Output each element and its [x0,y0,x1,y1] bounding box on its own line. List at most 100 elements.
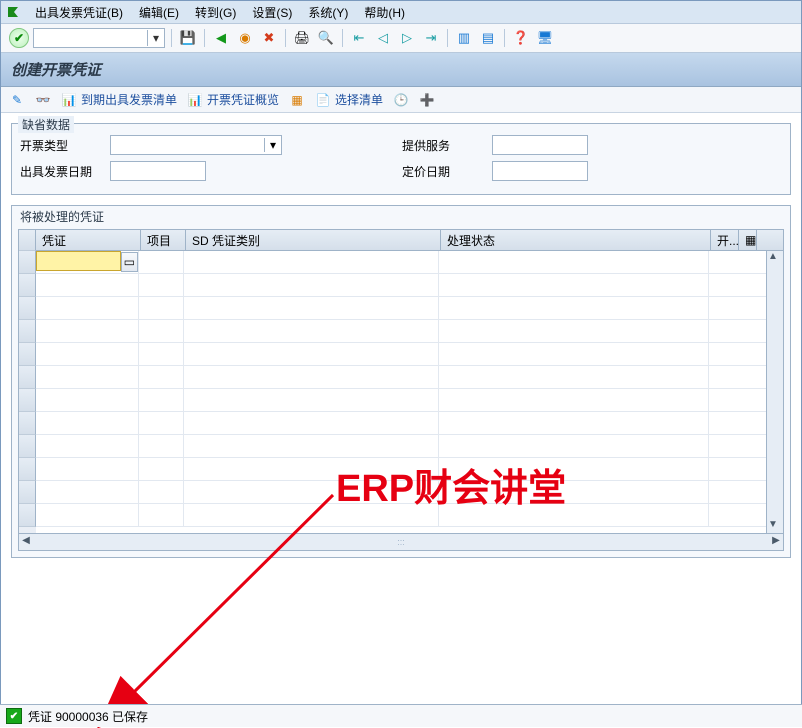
row-header[interactable] [19,366,36,389]
row-header[interactable] [19,412,36,435]
doc-icon: 📄 [315,92,331,108]
menu-edit[interactable]: 编辑(E) [131,2,187,23]
scroll-up-icon[interactable]: ▲ [768,251,782,265]
layout-icon[interactable]: 🖥 [535,28,555,48]
clock-plus-icon[interactable]: 🕒 [393,92,409,108]
grid-cells: ▭ [36,251,766,533]
menu-help[interactable]: 帮助(H) [356,2,413,23]
cancel-icon[interactable]: ✖ [259,28,279,48]
service-input[interactable] [492,135,588,155]
row-header[interactable] [19,435,36,458]
chart-icon-2: 📊 [187,92,203,108]
prev-page-icon[interactable]: ◁ [373,28,393,48]
overview-label: 开票凭证概览 [207,91,279,108]
pricing-date-label: 定价日期 [402,163,492,180]
pricing-date-input[interactable] [492,161,588,181]
table-row[interactable] [36,274,766,297]
documents-group: 将被处理的凭证 凭证 项目 SD 凭证类别 处理状态 开... ▦ [11,205,791,558]
table-row[interactable] [36,389,766,412]
row-header[interactable] [19,458,36,481]
billing-type-label: 开票类型 [20,137,110,154]
menu-settings[interactable]: 设置(S) [244,2,300,23]
exit-icon[interactable]: ◉ [235,28,255,48]
chevron-down-icon[interactable]: ▾ [264,138,281,152]
row-header[interactable] [19,320,36,343]
pencil-icon[interactable]: ✎ [9,92,25,108]
row-headers [19,251,36,533]
page-title: 创建开票凭证 [1,53,801,87]
scroll-down-icon[interactable]: ▼ [768,519,782,533]
table-row[interactable] [36,320,766,343]
f4-help-icon[interactable]: ▭ [121,252,138,272]
glasses-icon[interactable]: 👓 [35,92,51,108]
col-config-icon[interactable]: ▦ [739,230,757,250]
row-header[interactable] [19,251,36,274]
menu-bar: 出具发票凭证(B) 编辑(E) 转到(G) 设置(S) 系统(Y) 帮助(H) [1,1,801,24]
invoice-date-input[interactable] [110,161,206,181]
next-page-icon[interactable]: ▷ [397,28,417,48]
table-row[interactable] [36,412,766,435]
service-label: 提供服务 [402,137,492,154]
table-row[interactable] [36,297,766,320]
voucher-input-cell[interactable] [37,252,120,270]
table-row[interactable]: ▭ [36,251,766,274]
overview-button[interactable]: 📊 开票凭证概览 [187,91,279,108]
select-list-button[interactable]: 📄 选择清单 [315,91,383,108]
menu-invoice-voucher[interactable]: 出具发票凭证(B) [27,2,131,23]
status-bar: ✔ 凭证 90000036 已保存 [0,704,802,727]
command-field[interactable]: ▾ [33,28,165,48]
row-header[interactable] [19,274,36,297]
print-icon[interactable]: 🖨 [292,28,312,48]
documents-grid: 凭证 项目 SD 凭证类别 处理状态 开... ▦ [18,229,784,551]
command-field-dropdown-icon[interactable]: ▾ [147,30,164,46]
row-header[interactable] [19,297,36,320]
row-header[interactable] [19,343,36,366]
documents-group-title: 将被处理的凭证 [20,208,784,225]
scroll-left-icon[interactable]: ◀ [19,535,33,549]
scroll-right-icon[interactable]: ▶ [769,535,783,549]
select-list-label: 选择清单 [335,91,383,108]
enter-button[interactable]: ✔ [9,28,29,48]
chart-icon: 📊 [61,92,77,108]
horizontal-scrollbar[interactable]: ◀ ::: ▶ [19,533,783,550]
variant-icon[interactable]: ▦ [289,92,305,108]
col-item[interactable]: 项目 [141,230,186,250]
back-icon[interactable]: ◀ [211,28,231,48]
last-page-icon[interactable]: ⇥ [421,28,441,48]
due-list-button[interactable]: 📊 到期出具发票清单 [61,91,177,108]
invoice-date-label: 出具发票日期 [20,163,110,180]
billing-type-select[interactable]: ▾ [110,135,282,155]
row-header[interactable] [19,389,36,412]
new-session-icon[interactable]: ▥ [454,28,474,48]
col-status[interactable]: 处理状态 [441,230,711,250]
save-icon[interactable]: 💾 [178,28,198,48]
table-row[interactable] [36,504,766,527]
find-icon[interactable]: 🔍 [316,28,336,48]
status-success-icon: ✔ [6,708,22,724]
defaults-group: 缺省数据 开票类型 ▾ 出具发票日期 [11,123,791,195]
grid-corner [19,230,36,251]
row-header[interactable] [19,504,36,527]
due-list-label: 到期出具发票清单 [81,91,177,108]
vertical-scrollbar[interactable]: ▲ ▼ [766,251,783,533]
first-page-icon[interactable]: ⇤ [349,28,369,48]
menu-goto[interactable]: 转到(G) [187,2,244,23]
col-open[interactable]: 开... [711,230,739,250]
row-header[interactable] [19,481,36,504]
col-sd-type[interactable]: SD 凭证类别 [186,230,441,250]
table-row[interactable] [36,458,766,481]
help-icon[interactable]: ❓ [511,28,531,48]
system-toolbar: ✔ ▾ 💾 ◀ ◉ ✖ 🖨 🔍 ⇤ ◁ ▷ ⇥ ▥ ▤ ❓ 🖥 [1,24,801,53]
status-text: 凭证 90000036 已保存 [28,708,148,725]
menu-system[interactable]: 系统(Y) [300,2,356,23]
table-row[interactable] [36,366,766,389]
application-toolbar: ✎ 👓 📊 到期出具发票清单 📊 开票凭证概览 ▦ 📄 选择清单 🕒 ➕ [1,87,801,113]
table-row[interactable] [36,481,766,504]
app-menu-icon[interactable] [5,4,21,20]
col-voucher[interactable]: 凭证 [36,230,141,250]
gen-session-icon[interactable]: ▤ [478,28,498,48]
add-row-icon[interactable]: ➕ [419,92,435,108]
table-row[interactable] [36,343,766,366]
table-row[interactable] [36,435,766,458]
defaults-group-title: 缺省数据 [18,116,74,133]
